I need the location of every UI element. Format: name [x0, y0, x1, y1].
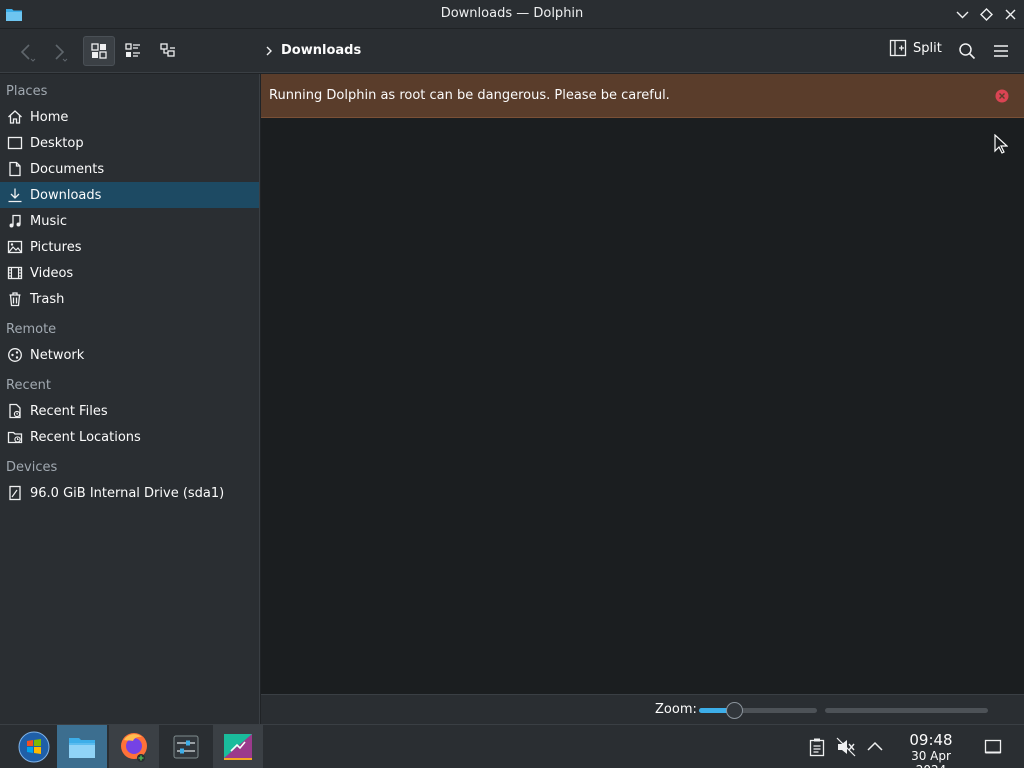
- sidebar-item-music[interactable]: Music: [0, 208, 259, 234]
- sidebar-item-videos[interactable]: Videos: [0, 260, 259, 286]
- show-desktop-icon: [984, 739, 1002, 754]
- volume-muted-icon: [836, 737, 856, 757]
- forward-button[interactable]: [46, 39, 72, 65]
- breadcrumb: Downloads: [265, 43, 361, 58]
- sidebar-item-downloads[interactable]: Downloads: [0, 182, 259, 208]
- minimize-button[interactable]: [954, 6, 971, 23]
- clipboard-icon: [809, 738, 825, 757]
- recent-files-icon: [6, 402, 24, 420]
- icons-view-button[interactable]: [83, 36, 115, 66]
- mouse-cursor-icon: [994, 134, 1008, 154]
- section-places: Places: [6, 84, 48, 99]
- sidebar-item-pictures[interactable]: Pictures: [0, 234, 259, 260]
- close-window-button[interactable]: [1002, 6, 1019, 23]
- hamburger-menu-icon: [994, 45, 1008, 57]
- zoom-slider[interactable]: [699, 702, 817, 719]
- firefox-icon: [121, 733, 147, 762]
- section-devices: Devices: [6, 460, 58, 475]
- videos-icon: [6, 264, 24, 282]
- dismiss-warning-button[interactable]: [995, 89, 1009, 103]
- clock-time: 09:48: [909, 731, 953, 749]
- file-view[interactable]: [261, 118, 1024, 694]
- clock-date: 30 Apr 2024: [911, 749, 951, 768]
- taskbar-settings[interactable]: [161, 725, 211, 768]
- documents-icon: [6, 160, 24, 178]
- zoom-slider-handle[interactable]: [726, 702, 743, 719]
- details-view-icon: [160, 43, 175, 57]
- volume-tray-button[interactable]: [836, 737, 856, 757]
- music-icon: [6, 212, 24, 230]
- back-button[interactable]: [14, 39, 40, 65]
- status-bar: Zoom:: [261, 694, 1024, 724]
- sidebar-item-documents[interactable]: Documents: [0, 156, 259, 182]
- sidebar-item-internal-drive[interactable]: 96.0 GiB Internal Drive (sda1): [0, 480, 259, 506]
- sidebar-item-recent-locations[interactable]: Recent Locations: [0, 424, 259, 450]
- title-bar: Downloads — Dolphin: [0, 0, 1024, 29]
- folder-icon: [69, 738, 95, 758]
- digital-clock[interactable]: 09:48 30 Apr 2024: [894, 732, 968, 768]
- zoom-label: Zoom:: [655, 702, 697, 717]
- places-panel: Places Home Desktop Documents Downloads …: [0, 74, 260, 724]
- recent-locations-icon: [6, 428, 24, 446]
- maximize-button[interactable]: [978, 6, 995, 23]
- search-icon: [959, 43, 976, 60]
- sidebar-item-home[interactable]: Home: [0, 104, 259, 130]
- taskbar-discover[interactable]: [213, 725, 263, 768]
- application-launcher[interactable]: [9, 725, 59, 768]
- warning-message: Running Dolphin as root can be dangerous…: [269, 88, 670, 103]
- breadcrumb-downloads[interactable]: Downloads: [281, 43, 361, 58]
- sidebar-item-recent-files[interactable]: Recent Files: [0, 398, 259, 424]
- window-title: Downloads — Dolphin: [440, 6, 584, 21]
- clipboard-tray-button[interactable]: [808, 737, 826, 757]
- sidebar-item-desktop[interactable]: Desktop: [0, 130, 259, 156]
- discover-icon: [224, 734, 252, 760]
- close-icon: [995, 89, 1009, 103]
- taskbar: 09:48 30 Apr 2024: [0, 724, 1024, 768]
- details-view-button[interactable]: [153, 36, 183, 66]
- compact-view-icon: [125, 43, 140, 57]
- compact-view-button[interactable]: [118, 36, 148, 66]
- root-warning-banner: Running Dolphin as root can be dangerous…: [261, 74, 1024, 118]
- sidebar-item-network[interactable]: Network: [0, 342, 259, 368]
- section-recent: Recent: [6, 378, 51, 393]
- taskbar-firefox[interactable]: [109, 725, 159, 768]
- desktop-icon: [6, 134, 24, 152]
- sidebar-item-trash[interactable]: Trash: [0, 286, 259, 312]
- toolbar: Downloads Split: [0, 29, 1024, 73]
- icons-view-icon: [91, 43, 107, 59]
- hamburger-menu-button[interactable]: [989, 39, 1013, 63]
- show-hidden-icons-button[interactable]: [865, 737, 885, 757]
- network-icon: [6, 346, 24, 364]
- split-button[interactable]: Split: [889, 39, 942, 57]
- search-button[interactable]: [955, 39, 979, 63]
- pictures-icon: [6, 238, 24, 256]
- split-view-icon: [889, 39, 907, 57]
- split-label: Split: [913, 40, 942, 56]
- downloads-icon: [6, 186, 24, 204]
- free-space-bar: [825, 708, 988, 713]
- show-desktop-button[interactable]: [983, 737, 1003, 757]
- system-settings-icon: [173, 735, 199, 759]
- trash-icon: [6, 290, 24, 308]
- drive-icon: [6, 484, 24, 502]
- chevron-up-icon: [867, 741, 883, 751]
- section-remote: Remote: [6, 322, 57, 337]
- taskbar-dolphin[interactable]: [57, 725, 107, 768]
- chevron-right-icon: [266, 46, 272, 55]
- home-icon: [6, 108, 24, 126]
- start-menu-icon: [18, 731, 50, 763]
